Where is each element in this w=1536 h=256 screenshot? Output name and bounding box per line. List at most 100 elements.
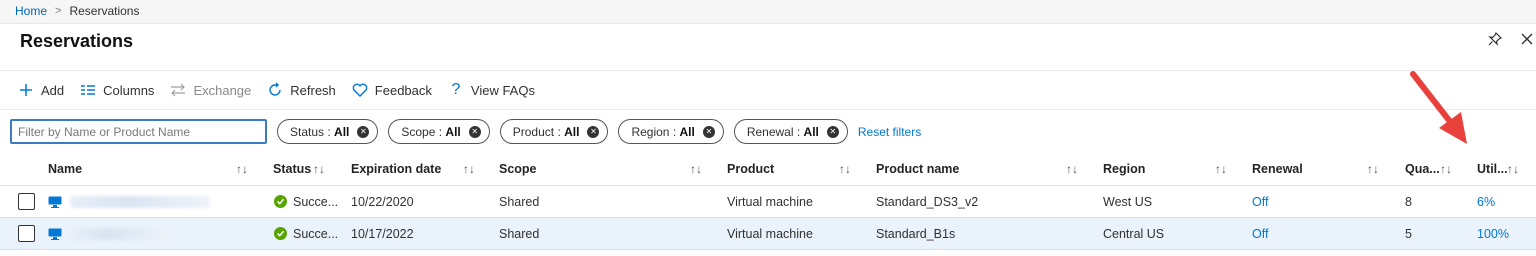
reservations-table: Name ↑↓ Status ↑↓ Expiration date ↑↓ Sco… — [0, 153, 1536, 250]
sort-icon[interactable]: ↑↓ — [1215, 153, 1227, 185]
plus-icon — [18, 82, 34, 98]
view-faqs-label: View FAQs — [470, 82, 535, 98]
table-row[interactable]: Succe... 10/22/2020 Shared Virtual machi… — [0, 186, 1536, 218]
name-cell[interactable] — [48, 218, 170, 249]
row-checkbox[interactable] — [18, 186, 35, 217]
breadcrumb: Home > Reservations — [15, 4, 139, 18]
column-header-name[interactable]: Name — [48, 153, 82, 185]
expiration-cell: 10/22/2020 — [351, 194, 414, 209]
column-header-region[interactable]: Region — [1103, 153, 1145, 185]
exchange-button[interactable]: Exchange — [170, 82, 251, 98]
success-icon — [274, 195, 287, 208]
product-name-cell: Standard_DS3_v2 — [876, 194, 979, 209]
refresh-button[interactable]: Refresh — [267, 82, 336, 98]
column-header-product-name[interactable]: Product name — [876, 153, 959, 185]
scope-cell: Shared — [499, 226, 540, 241]
quantity-cell: 5 — [1405, 226, 1412, 241]
status-filter-pill[interactable]: Status : All ✕ — [277, 119, 379, 144]
heart-icon — [352, 82, 368, 98]
status-cell: Succe... — [274, 218, 338, 249]
region-filter-pill[interactable]: Region : All ✕ — [618, 119, 724, 144]
refresh-label: Refresh — [290, 82, 336, 98]
exchange-label: Exchange — [193, 82, 252, 98]
expiration-cell: 10/17/2022 — [351, 226, 414, 241]
column-header-quantity[interactable]: Qua... — [1405, 153, 1440, 185]
scope-filter-label: Scope : All — [401, 124, 461, 139]
sort-icon[interactable]: ↑↓ — [463, 153, 475, 185]
status-cell: Succe... — [274, 186, 338, 217]
clear-filter-icon[interactable]: ✕ — [468, 125, 481, 138]
clear-filter-icon[interactable]: ✕ — [702, 125, 715, 138]
sort-icon[interactable]: ↑↓ — [1507, 153, 1519, 185]
column-header-renewal[interactable]: Renewal — [1252, 153, 1303, 185]
renewal-filter-pill[interactable]: Renewal : All ✕ — [733, 119, 848, 144]
product-filter-label: Product : All — [512, 124, 580, 139]
breadcrumb-home-link[interactable]: Home — [15, 4, 47, 18]
product-cell: Virtual machine — [727, 194, 813, 209]
sort-icon[interactable]: ↑↓ — [690, 153, 702, 185]
column-header-scope[interactable]: Scope — [499, 153, 537, 185]
add-button[interactable]: Add — [18, 82, 64, 98]
scope-cell: Shared — [499, 194, 540, 209]
utilization-link[interactable]: 6% — [1477, 186, 1495, 217]
region-cell: West US — [1103, 194, 1153, 209]
command-bar: Add Columns Exchange Refresh Feedback ? … — [0, 70, 1536, 110]
sort-icon[interactable]: ↑↓ — [1440, 153, 1452, 185]
sort-icon[interactable]: ↑↓ — [236, 153, 248, 185]
success-icon — [274, 227, 287, 240]
page-title: Reservations — [20, 31, 134, 51]
feedback-label: Feedback — [374, 82, 432, 98]
close-icon[interactable] — [1518, 30, 1536, 48]
vm-icon — [48, 228, 62, 240]
sort-icon[interactable]: ↑↓ — [313, 153, 325, 185]
redacted-name — [70, 195, 210, 208]
region-cell: Central US — [1103, 226, 1165, 241]
name-cell[interactable] — [48, 186, 210, 217]
column-header-utilization[interactable]: Util... — [1477, 153, 1508, 185]
title-actions — [1486, 30, 1536, 48]
product-filter-pill[interactable]: Product : All ✕ — [499, 119, 609, 144]
reset-filters-link[interactable]: Reset filters — [858, 125, 921, 139]
pin-icon[interactable] — [1486, 30, 1504, 48]
scope-filter-pill[interactable]: Scope : All ✕ — [388, 119, 490, 144]
columns-button[interactable]: Columns — [80, 82, 154, 98]
clear-filter-icon[interactable]: ✕ — [357, 125, 370, 138]
status-filter-label: Status : All — [290, 124, 350, 139]
renewal-link[interactable]: Off — [1252, 218, 1268, 249]
breadcrumb-bar: Home > Reservations — [0, 0, 1536, 24]
sort-icon[interactable]: ↑↓ — [1367, 153, 1379, 185]
clear-filter-icon[interactable]: ✕ — [587, 125, 600, 138]
renewal-filter-label: Renewal : All — [746, 124, 819, 139]
status-text: Succe... — [293, 194, 339, 209]
quantity-cell: 8 — [1405, 194, 1412, 209]
add-label: Add — [41, 82, 65, 98]
clear-filter-icon[interactable]: ✕ — [826, 125, 839, 138]
column-header-product[interactable]: Product — [727, 153, 774, 185]
filter-bar: Status : All ✕ Scope : All ✕ Product : A… — [10, 119, 921, 144]
breadcrumb-current: Reservations — [69, 4, 140, 18]
columns-icon — [80, 82, 96, 98]
view-faqs-button[interactable]: ? View FAQs — [448, 81, 535, 98]
column-header-status[interactable]: Status — [273, 153, 311, 185]
status-text: Succe... — [293, 226, 339, 241]
search-input[interactable] — [10, 119, 267, 144]
utilization-link[interactable]: 100% — [1477, 218, 1509, 249]
column-header-expiration[interactable]: Expiration date — [351, 153, 441, 185]
annotation-arrow — [1410, 71, 1467, 144]
product-name-cell: Standard_B1s — [876, 226, 956, 241]
sort-icon[interactable]: ↑↓ — [1066, 153, 1078, 185]
exchange-icon — [170, 82, 186, 98]
table-header: Name ↑↓ Status ↑↓ Expiration date ↑↓ Sco… — [0, 153, 1536, 186]
refresh-icon — [267, 82, 283, 98]
renewal-link[interactable]: Off — [1252, 186, 1268, 217]
question-icon: ? — [451, 81, 461, 98]
redacted-name — [70, 227, 170, 240]
sort-icon[interactable]: ↑↓ — [839, 153, 851, 185]
region-filter-label: Region : All — [631, 124, 695, 139]
table-row[interactable]: Succe... 10/17/2022 Shared Virtual machi… — [0, 218, 1536, 250]
vm-icon — [48, 196, 62, 208]
feedback-button[interactable]: Feedback — [352, 82, 432, 98]
columns-label: Columns — [103, 82, 155, 98]
product-cell: Virtual machine — [727, 226, 813, 241]
row-checkbox[interactable] — [18, 218, 35, 249]
